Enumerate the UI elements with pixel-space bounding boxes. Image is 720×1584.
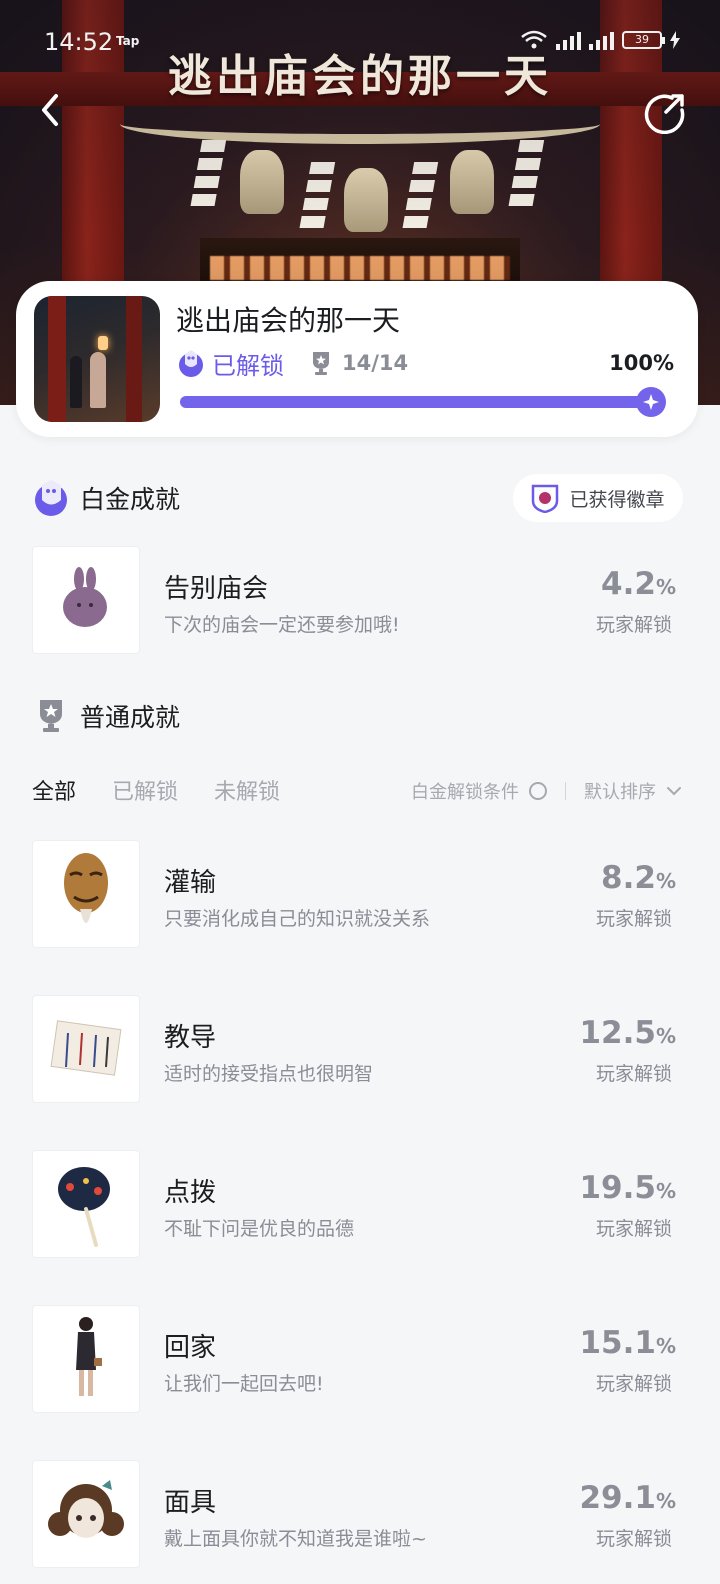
achievement-desc: 只要消化成自己的知识就没关系 [164, 908, 431, 930]
achievement-row[interactable]: 教导 适时的接受指点也很明智 12.5% 玩家解锁 [32, 995, 688, 1103]
platinum-trophy-icon [179, 350, 203, 377]
achievement-name: 面具 [164, 1488, 217, 1518]
achievement-name: 回家 [164, 1333, 217, 1363]
platinum-achievement-row[interactable]: 告别庙会 下次的庙会一定还要参加哦! 4.2% 玩家解锁 [32, 546, 688, 654]
achievement-row[interactable]: 点拨 不耻下问是优良的品德 19.5% 玩家解锁 [32, 1150, 688, 1258]
game-title: 逃出庙会的那一天 [176, 304, 401, 337]
uchiwa-fan-icon [32, 1150, 140, 1258]
unlock-rate-label: 玩家解锁 [595, 1373, 672, 1395]
unlock-rate-label: 玩家解锁 [595, 1063, 672, 1085]
doll-mask-icon [32, 1460, 140, 1568]
section-title: 普通成就 [80, 703, 181, 732]
wifi-icon [521, 30, 547, 49]
achievement-row[interactable]: 灌输 只要消化成自己的知识就没关系 8.2% 玩家解锁 [32, 840, 688, 948]
purple-rabbit-icon [32, 546, 140, 654]
progress-fill [180, 396, 660, 408]
platinum-condition-label[interactable]: 白金解锁条件 [411, 778, 519, 804]
platinum-condition-radio[interactable] [529, 782, 547, 800]
earned-badge-button[interactable]: 已获得徽章 [513, 474, 683, 522]
achievement-desc: 不耻下问是优良的品德 [164, 1218, 355, 1240]
paper-note-icon [32, 995, 140, 1103]
badge-label: 已获得徽章 [569, 488, 665, 511]
girl-figure-icon [32, 1305, 140, 1413]
status-app-tag: Tap [116, 34, 140, 48]
unlock-status: 已解锁 14/14 [176, 347, 409, 380]
noh-mask-icon [32, 840, 140, 948]
game-cover-image [34, 296, 160, 422]
signal-icon [556, 30, 581, 50]
completion-progress-bar [180, 387, 666, 417]
normal-section-header: 普通成就 [36, 698, 180, 734]
unlock-rate: 12.5% [579, 1015, 676, 1051]
charging-icon [670, 31, 680, 49]
achievement-name: 灌输 [164, 868, 217, 898]
unlock-rate: 29.1% [579, 1480, 676, 1516]
unlock-rate-label: 玩家解锁 [595, 1218, 672, 1240]
game-summary-card: 逃出庙会的那一天 已解锁 14/14 100% [16, 281, 698, 437]
status-time: 14:52 [44, 28, 114, 56]
filter-bar: 全部 已解锁 未解锁 白金解锁条件 默认排序 [32, 770, 688, 810]
back-button[interactable] [30, 86, 74, 134]
unlock-rate-label: 玩家解锁 [595, 614, 672, 636]
trophy-icon [313, 352, 329, 375]
sort-dropdown[interactable]: 默认排序 [584, 778, 656, 804]
achievement-name: 告别庙会 [164, 574, 269, 604]
tab-all[interactable]: 全部 [32, 774, 76, 806]
tab-unlocked[interactable]: 已解锁 [112, 774, 178, 806]
unlock-rate: 19.5% [579, 1170, 676, 1206]
achievement-row[interactable]: 回家 让我们一起回去吧! 15.1% 玩家解锁 [32, 1305, 688, 1413]
achievement-name: 教导 [164, 1023, 217, 1053]
section-title: 白金成就 [80, 485, 181, 514]
share-button[interactable] [644, 90, 688, 134]
unlock-rate-label: 玩家解锁 [595, 908, 672, 930]
achievement-desc: 让我们一起回去吧! [164, 1373, 324, 1395]
signal-icon [589, 30, 614, 50]
platinum-section-header: 白金成就 [32, 478, 180, 518]
unlock-label: 已解锁 [212, 351, 284, 380]
trophy-count: 14/14 [342, 351, 409, 375]
progress-star-icon [636, 387, 666, 417]
badge-shield-icon [532, 484, 559, 513]
status-bar: 14:52 Tap 39 [0, 0, 720, 80]
chevron-down-icon[interactable] [664, 781, 684, 801]
tab-locked[interactable]: 未解锁 [214, 774, 280, 806]
trophy-icon [40, 700, 62, 732]
unlock-rate-label: 玩家解锁 [595, 1528, 672, 1550]
achievement-desc: 下次的庙会一定还要参加哦! [164, 614, 400, 636]
achievement-desc: 戴上面具你就不知道我是谁啦~ [164, 1528, 427, 1550]
achievement-row[interactable]: 面具 戴上面具你就不知道我是谁啦~ 29.1% 玩家解锁 [32, 1460, 688, 1568]
unlock-rate: 8.2% [601, 860, 676, 896]
unlock-rate: 4.2% [601, 566, 676, 602]
completion-percent: 100% [609, 351, 674, 375]
achievement-desc: 适时的接受指点也很明智 [164, 1063, 374, 1085]
achievement-name: 点拨 [164, 1178, 217, 1208]
platinum-trophy-icon [35, 480, 67, 516]
filter-options: 白金解锁条件 默认排序 [411, 778, 684, 804]
battery-icon: 39 [622, 31, 665, 49]
unlock-rate: 15.1% [579, 1325, 676, 1361]
status-icons: 39 [520, 30, 680, 50]
